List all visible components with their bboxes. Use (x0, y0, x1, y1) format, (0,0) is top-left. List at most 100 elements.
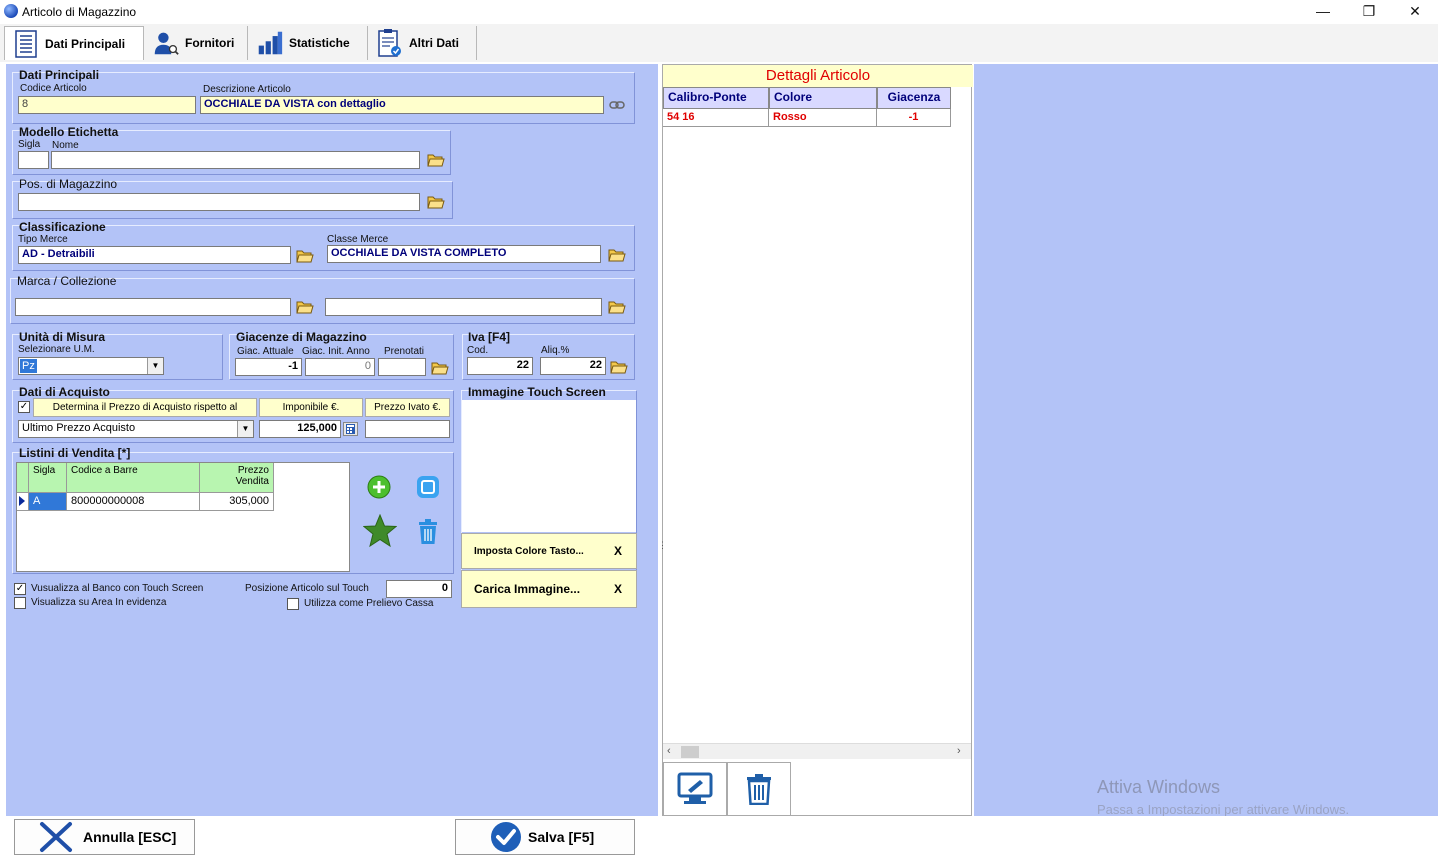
group-title: Dati Principali (19, 68, 100, 82)
add-listino-button[interactable] (367, 475, 391, 499)
restore-button[interactable]: ❐ (1346, 0, 1392, 24)
tab-label: Dati Principali (45, 36, 126, 51)
imposta-colore-label: Imposta Colore Tasto... (474, 545, 584, 557)
list-icon (13, 29, 39, 59)
link-icon[interactable] (609, 100, 625, 110)
scroll-right-icon[interactable]: › (957, 745, 961, 757)
marca-field[interactable] (15, 298, 291, 316)
minimize-button[interactable]: — (1300, 0, 1346, 24)
um-selected-value: Pz (20, 359, 37, 373)
prelievo-cassa-checkbox[interactable] (287, 598, 299, 610)
scrollbar-thumb[interactable] (681, 746, 699, 758)
listini-grid[interactable]: Sigla Codice a Barre Prezzo Vendita A 80… (16, 462, 350, 572)
iva-aliq-field[interactable]: 22 (540, 357, 606, 375)
main-form-panel: Dati Principali Codice Articolo 8 Descri… (6, 64, 658, 816)
tab-altri-dati[interactable]: Altri Dati (369, 26, 477, 60)
dettagli-colore-cell[interactable]: Rosso (769, 109, 877, 127)
column-header[interactable]: Prezzo Vendita (200, 463, 274, 493)
dettagli-title: Dettagli Articolo (663, 65, 973, 87)
tab-label: Fornitori (185, 36, 235, 50)
folder-open-icon[interactable] (427, 194, 445, 210)
carica-immagine-button[interactable]: Carica Immagine... X (461, 570, 637, 608)
touch-image-preview[interactable] (462, 400, 636, 532)
um-select[interactable]: Pz ▼ (18, 357, 164, 375)
folder-open-icon[interactable] (296, 248, 314, 264)
nome-label: Nome (52, 140, 79, 151)
prenotati-field[interactable] (378, 358, 426, 376)
column-header[interactable]: Codice a Barre (67, 463, 200, 493)
scroll-left-icon[interactable]: ‹ (667, 745, 671, 757)
folder-open-icon[interactable] (431, 360, 449, 376)
giac-init-label: Giac. Init. Anno (302, 346, 370, 357)
cancel-x-icon (39, 821, 73, 853)
salva-button[interactable]: Salva [F5] (455, 819, 635, 855)
iva-cod-field[interactable]: 22 (467, 357, 533, 375)
carica-immagine-label: Carica Immagine... (474, 582, 581, 596)
bottom-bar: Annulla [ESC] Salva [F5] (0, 816, 1438, 858)
etichetta-sigla-field[interactable] (18, 151, 49, 169)
prenotati-label: Prenotati (384, 346, 425, 357)
classe-merce-field[interactable]: OCCHIALE DA VISTA COMPLETO (327, 245, 601, 263)
column-header[interactable]: Sigla (29, 463, 67, 493)
folder-open-icon[interactable] (296, 299, 314, 315)
clear-colore-button[interactable]: X (614, 544, 622, 558)
listino-prezzo-cell[interactable]: 305,000 (200, 493, 274, 511)
collezione-field[interactable] (325, 298, 602, 316)
descrizione-articolo-field[interactable]: OCCHIALE DA VISTA con dettaglio (200, 96, 604, 114)
splitter-handle[interactable]: ⋮ (658, 540, 667, 551)
iva-cod-label: Cod. (467, 345, 489, 356)
tab-fornitori[interactable]: Fornitori (145, 26, 248, 60)
folder-open-icon[interactable] (610, 359, 628, 375)
calculator-icon[interactable] (343, 422, 358, 436)
trash-icon (747, 774, 771, 805)
dettagli-grid[interactable]: Calibro-Ponte Colore Giacenza 54 16 Ross… (663, 87, 953, 127)
ivato-label: Prezzo Ivato €. (365, 398, 450, 417)
determina-checkbox[interactable]: ✓ (18, 401, 30, 413)
folder-open-icon[interactable] (608, 299, 626, 315)
visualizza-banco-label: Vusualizza al Banco con Touch Screen (31, 583, 204, 594)
clear-immagine-button[interactable]: X (614, 582, 622, 596)
delete-dettaglio-button[interactable] (727, 762, 791, 816)
touch-display-button[interactable] (663, 762, 727, 816)
horizontal-scrollbar[interactable]: ‹ › (663, 743, 971, 759)
tipo-merce-label: Tipo Merce (18, 234, 68, 245)
tab-dati-principali[interactable]: Dati Principali (4, 26, 144, 60)
visualizza-area-checkbox[interactable] (14, 597, 26, 609)
stats-bars-icon (257, 28, 283, 58)
listino-barcode-cell[interactable]: 800000000008 (67, 493, 200, 511)
folder-open-icon[interactable] (608, 247, 626, 263)
dettagli-calibro-cell[interactable]: 54 16 (663, 109, 769, 127)
acquisto-tipo-select[interactable]: Ultimo Prezzo Acquisto ▼ (18, 420, 254, 438)
square-button-icon (417, 476, 439, 498)
posizione-touch-field[interactable]: 0 (386, 580, 452, 598)
column-header[interactable]: Giacenza (877, 87, 951, 109)
delete-listino-button[interactable] (416, 519, 440, 545)
column-header[interactable]: Colore (769, 87, 877, 109)
group-title: Giacenze di Magazzino (236, 330, 367, 344)
dettagli-giacenza-cell[interactable]: -1 (877, 109, 951, 127)
imposta-colore-button[interactable]: Imposta Colore Tasto... X (461, 533, 637, 569)
group-title: Pos. di Magazzino (19, 177, 118, 191)
tipo-merce-field[interactable]: AD - Detraibili (18, 246, 291, 264)
codice-articolo-field[interactable]: 8 (18, 96, 196, 114)
listino-sigla-cell[interactable]: A (29, 493, 67, 511)
tab-statistiche[interactable]: Statistiche (249, 26, 368, 60)
app-globe-icon (4, 4, 18, 18)
giac-attuale-field[interactable]: -1 (235, 358, 302, 376)
annulla-button[interactable]: Annulla [ESC] (14, 819, 195, 855)
etichetta-nome-field[interactable] (51, 151, 420, 169)
posizione-label: Posizione Articolo sul Touch (245, 583, 369, 594)
ivato-field[interactable] (365, 420, 450, 438)
monitor-touch-icon (677, 772, 713, 804)
folder-open-icon[interactable] (427, 152, 445, 168)
close-button[interactable]: ✕ (1392, 0, 1438, 24)
favorite-listino-button[interactable] (362, 513, 398, 548)
giac-init-field[interactable]: 0 (305, 358, 375, 376)
imponibile-field[interactable]: 125,000 (259, 420, 341, 438)
edit-listino-button[interactable] (416, 475, 440, 499)
column-header[interactable]: Calibro-Ponte (663, 87, 769, 109)
chevron-down-icon[interactable]: ▼ (237, 421, 253, 437)
visualizza-banco-checkbox[interactable]: ✓ (14, 583, 26, 595)
pos-magazzino-field[interactable] (18, 193, 420, 211)
chevron-down-icon[interactable]: ▼ (147, 358, 163, 374)
